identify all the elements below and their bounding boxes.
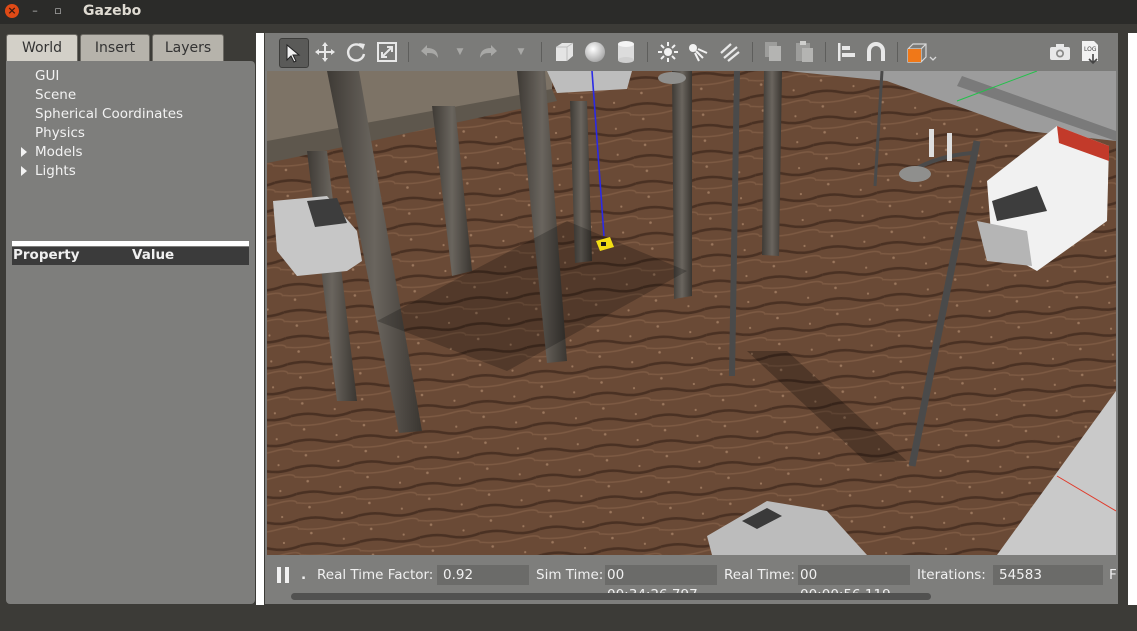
toolbar: ▼ ▼ LOG <box>265 33 1118 71</box>
3d-viewport[interactable] <box>267 71 1116 555</box>
maximize-icon[interactable]: ▫ <box>51 4 65 18</box>
right-splitter[interactable] <box>1128 33 1137 605</box>
minimize-icon[interactable]: – <box>28 4 42 18</box>
window-title: Gazebo <box>83 3 142 19</box>
rotate-icon[interactable] <box>342 38 370 66</box>
main-view: ▼ ▼ LOG . Real Time Factor: 0.92 Sim Tim… <box>265 33 1118 604</box>
pause-icon[interactable] <box>277 567 293 585</box>
select-icon[interactable] <box>279 38 309 68</box>
undo-icon[interactable] <box>415 38 443 66</box>
real-time-value: 00 00:00:56.119 <box>798 565 910 603</box>
iterations-value: 54583 <box>993 565 1103 585</box>
toolbar-separator <box>897 42 898 62</box>
cylinder-icon[interactable] <box>612 38 640 66</box>
toolbar-separator <box>647 42 648 62</box>
toolbar-separator <box>825 42 826 62</box>
expand-arrow-icon[interactable] <box>21 166 27 176</box>
real-time-factor-value: 0.92 <box>437 565 529 585</box>
title-bar: × – ▫ Gazebo <box>0 0 1137 24</box>
redo-history-dropdown-icon[interactable]: ▼ <box>507 38 535 66</box>
redo-icon[interactable] <box>475 38 503 66</box>
align-icon[interactable] <box>832 38 860 66</box>
expand-arrow-icon[interactable] <box>21 147 27 157</box>
property-header: Property Value <box>12 247 249 265</box>
toolbar-separator <box>752 42 753 62</box>
sim-time-label: Sim Time: <box>536 567 604 583</box>
spot-light-icon[interactable] <box>685 38 713 66</box>
close-icon[interactable]: × <box>5 4 19 18</box>
translate-icon[interactable] <box>311 38 339 66</box>
toolbar-separator <box>408 42 409 62</box>
step-indicator[interactable]: . <box>301 567 306 583</box>
tree-item-gui[interactable]: GUI <box>35 68 59 84</box>
property-column-header[interactable]: Property <box>13 247 80 263</box>
world-tree: GUI Scene Spherical Coordinates Physics … <box>6 61 255 604</box>
iterations-label: Iterations: <box>917 567 986 583</box>
snap-icon[interactable] <box>862 38 890 66</box>
real-time-factor-label: Real Time Factor: <box>317 567 434 583</box>
sim-time-value: 00 00:34:26.797 <box>605 565 717 603</box>
sphere-icon[interactable] <box>581 38 609 66</box>
tree-item-spherical-coordinates[interactable]: Spherical Coordinates <box>35 106 183 122</box>
panel-splitter[interactable] <box>256 33 264 605</box>
status-scrollbar[interactable] <box>291 593 931 600</box>
truncated-status-label: F <box>1109 567 1117 583</box>
paste-icon[interactable] <box>790 38 818 66</box>
tree-item-lights[interactable]: Lights <box>35 163 76 179</box>
tab-layers[interactable]: Layers <box>152 34 224 61</box>
box-icon[interactable] <box>550 38 578 66</box>
point-light-icon[interactable] <box>654 38 682 66</box>
tab-insert[interactable]: Insert <box>80 34 150 61</box>
value-column-header[interactable]: Value <box>132 247 174 263</box>
log-label: LOG <box>1084 46 1097 53</box>
real-time-label: Real Time: <box>724 567 795 583</box>
log-icon[interactable]: LOG <box>1076 38 1104 66</box>
tree-item-models[interactable]: Models <box>35 144 83 160</box>
left-panel: World Insert Layers GUI Scene Spherical … <box>0 24 262 608</box>
copy-icon[interactable] <box>759 38 787 66</box>
undo-history-dropdown-icon[interactable]: ▼ <box>446 38 474 66</box>
tab-world[interactable]: World <box>6 34 78 63</box>
tree-item-scene[interactable]: Scene <box>35 87 76 103</box>
toolbar-separator <box>541 42 542 62</box>
directional-light-icon[interactable] <box>716 38 744 66</box>
tree-item-physics[interactable]: Physics <box>35 125 85 141</box>
status-bar: . Real Time Factor: 0.92 Sim Time: 00 00… <box>265 556 1118 604</box>
scale-icon[interactable] <box>373 38 401 66</box>
property-divider[interactable] <box>12 241 249 246</box>
view-angle-icon[interactable] <box>904 38 940 66</box>
screenshot-icon[interactable] <box>1046 38 1074 66</box>
